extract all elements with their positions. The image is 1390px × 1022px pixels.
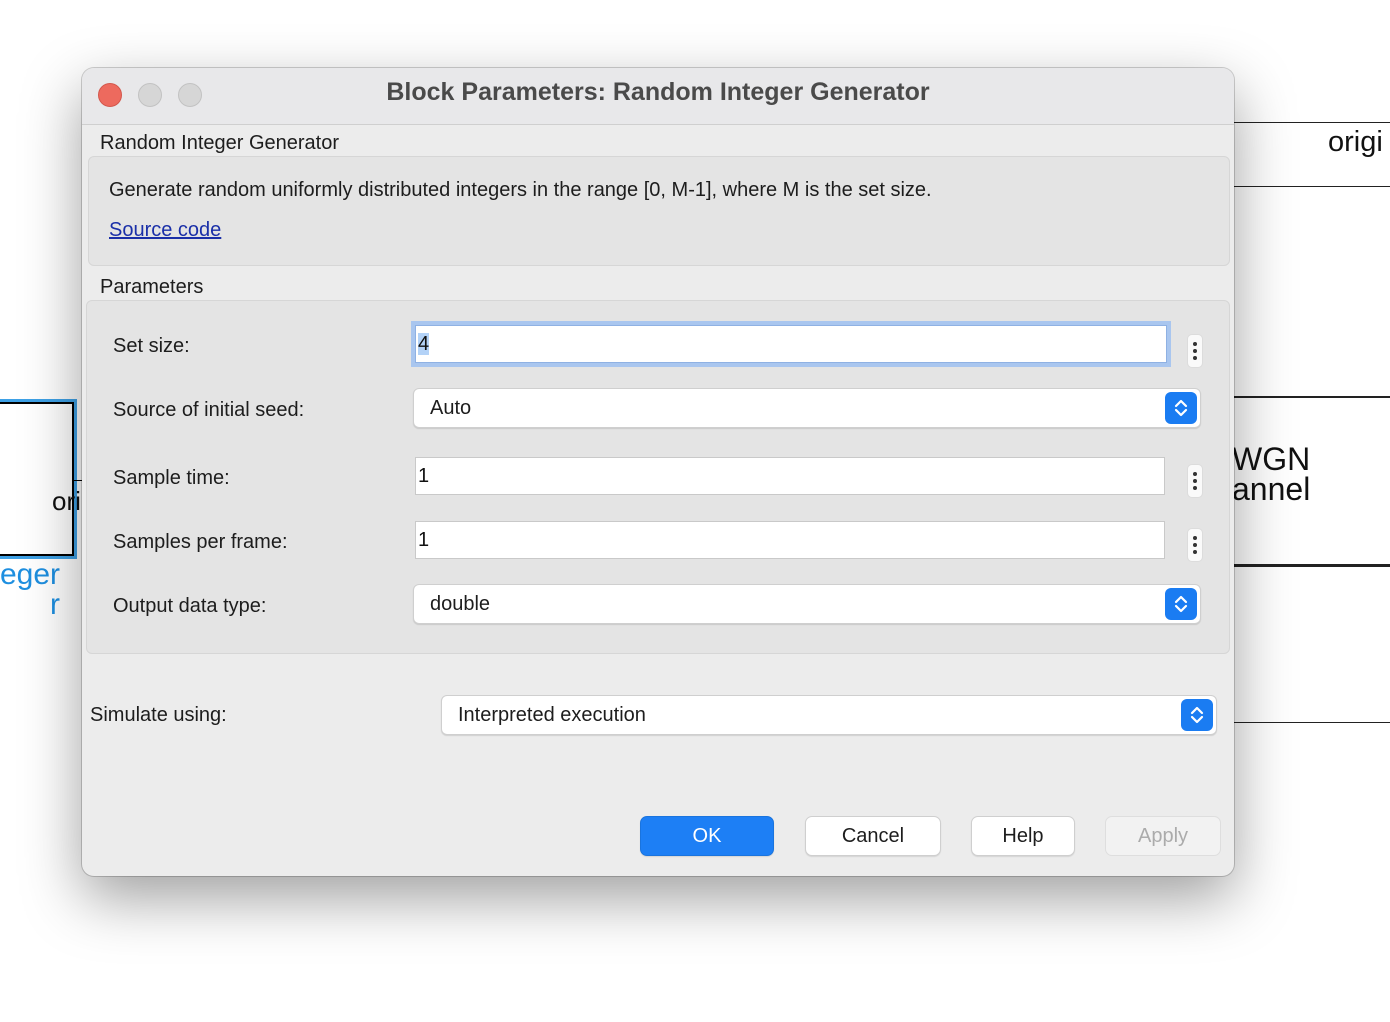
simulate-using-label: Simulate using: [90, 704, 227, 726]
window-title: Block Parameters: Random Integer Generat… [386, 78, 930, 106]
chevron-up-down-icon [1165, 588, 1197, 620]
seed-source-value: Auto [430, 397, 472, 419]
canvas-connector-line [1230, 122, 1390, 123]
canvas-block-random-integer[interactable] [0, 399, 77, 559]
source-code-link[interactable]: Source code [109, 219, 221, 242]
output-data-type-value: double [430, 593, 491, 615]
samples-per-frame-value: 1 [418, 529, 430, 551]
samples-per-frame-label: Samples per frame: [113, 531, 288, 553]
set-size-value: 4 [418, 333, 430, 355]
sample-time-more-button[interactable] [1187, 464, 1203, 498]
parameters-heading: Parameters [100, 276, 204, 298]
output-data-type-select[interactable]: double [413, 584, 1201, 624]
parameters-panel: Set size: 4 Source of initial seed: Auto… [86, 300, 1230, 654]
seed-source-select[interactable]: Auto [413, 388, 1201, 428]
sample-time-input[interactable]: 1 [415, 457, 1165, 495]
set-size-input[interactable]: 4 [415, 325, 1167, 363]
canvas-block-awgn-label: WGN annel [1232, 441, 1311, 507]
block-description: Generate random uniformly distributed in… [109, 179, 932, 201]
block-name-heading: Random Integer Generator [100, 132, 340, 154]
chevron-up-down-icon [1181, 699, 1213, 731]
sample-time-label: Sample time: [113, 467, 230, 489]
simulate-using-value: Interpreted execution [458, 704, 646, 726]
block-parameters-dialog: Block Parameters: Random Integer Generat… [82, 68, 1234, 876]
description-panel: Generate random uniformly distributed in… [88, 156, 1230, 266]
canvas-block-label[interactable]: eger r [0, 560, 60, 620]
canvas-connector-line [1230, 186, 1390, 187]
canvas-port-label: origi [1328, 126, 1383, 158]
canvas-port-label: ori [52, 486, 81, 516]
canvas-connector-line [1230, 722, 1390, 723]
output-data-type-label: Output data type: [113, 595, 267, 617]
seed-source-label: Source of initial seed: [113, 399, 305, 421]
set-size-label: Set size: [113, 335, 190, 357]
set-size-more-button[interactable] [1187, 334, 1203, 368]
title-bar[interactable]: Block Parameters: Random Integer Generat… [82, 68, 1234, 125]
chevron-up-down-icon [1165, 392, 1197, 424]
cancel-button[interactable]: Cancel [805, 816, 941, 856]
apply-button[interactable]: Apply [1105, 816, 1221, 856]
ok-button[interactable]: OK [640, 816, 774, 856]
help-button[interactable]: Help [971, 816, 1075, 856]
simulate-using-select[interactable]: Interpreted execution [441, 695, 1217, 735]
samples-per-frame-input[interactable]: 1 [415, 521, 1165, 559]
sample-time-value: 1 [418, 465, 430, 487]
samples-per-frame-more-button[interactable] [1187, 528, 1203, 562]
